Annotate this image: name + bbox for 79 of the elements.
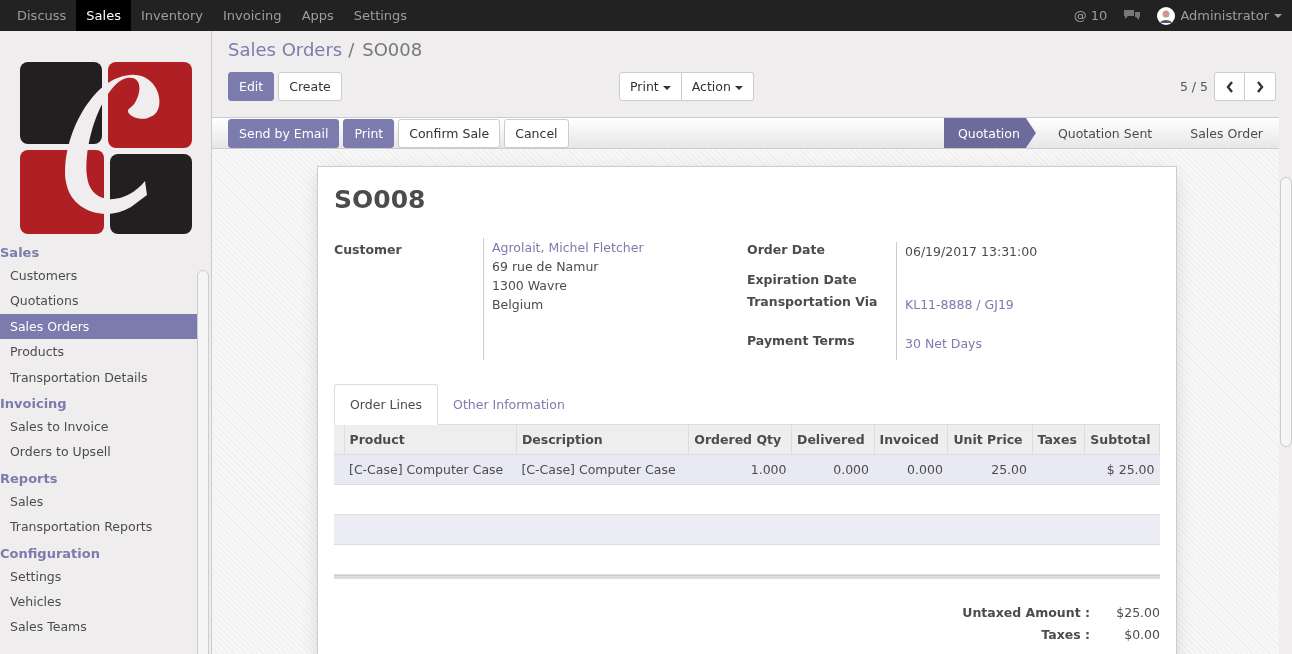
total-value: $0.00: [1123, 627, 1160, 642]
top-menu-item[interactable]: Invoicing: [213, 0, 292, 31]
edit-button[interactable]: Edit: [228, 72, 275, 101]
total-label: Taxes :: [1041, 627, 1090, 642]
toolbar-button[interactable]: Print: [343, 118, 395, 148]
field-link[interactable]: 30 Net Days: [905, 336, 982, 351]
sidebar-item[interactable]: Sales Teams: [0, 614, 197, 640]
field-label: Customer: [334, 242, 403, 259]
sidebar-item[interactable]: Customers: [0, 263, 197, 289]
table-cell: 1.000: [750, 462, 787, 477]
stage-step[interactable]: Sales Order: [1168, 118, 1279, 148]
tab[interactable]: Other Information: [438, 384, 580, 424]
address-line: 69 rue de Namur: [492, 258, 600, 276]
record-title: SO008: [334, 185, 427, 214]
toolbar-button[interactable]: Confirm Sale: [398, 118, 501, 148]
total-value: $25.00: [1115, 605, 1160, 620]
sidebar-item[interactable]: Sales to Invoice: [0, 413, 197, 440]
pager-value: 5 / 5: [1179, 79, 1208, 94]
sidebar-section-title: Sales: [0, 245, 41, 262]
breadcrumb-current: SO008: [362, 39, 423, 60]
sidebar-item[interactable]: Orders to Upsell: [0, 439, 197, 465]
field-link[interactable]: KL11-8888 / GJ19: [905, 297, 1014, 312]
sidebar-item[interactable]: Vehicles: [0, 588, 197, 615]
field-value: 06/19/2017 13:31:00: [905, 244, 1038, 259]
previous-button[interactable]: [1214, 72, 1245, 101]
stage-step[interactable]: Quotation Sent: [1035, 118, 1169, 148]
toolbar-button[interactable]: Send by Email: [228, 118, 340, 148]
table-cell: 25.00: [991, 462, 1027, 477]
field-label: Payment Terms: [747, 333, 856, 350]
scrollbar[interactable]: [1280, 177, 1292, 447]
table-cell: $ 25.00: [1106, 462, 1155, 477]
sidebar-item[interactable]: Sales Orders: [0, 313, 197, 340]
total-label: Untaxed Amount :: [962, 605, 1090, 620]
stage-step[interactable]: Quotation: [943, 118, 1036, 148]
column-header[interactable]: Taxes: [1032, 425, 1085, 455]
toolbar-button[interactable]: Cancel: [504, 118, 569, 148]
sidebar-item[interactable]: Transportation Reports: [0, 514, 197, 540]
sidebar-section-title: Reports: [0, 469, 59, 488]
table-cell: [C-Case] Computer Case: [521, 462, 676, 477]
field-label: Order Date: [747, 242, 826, 259]
column-header[interactable]: Delivered: [791, 425, 874, 455]
create-button[interactable]: Create: [278, 72, 342, 101]
sidebar-item[interactable]: Quotations: [0, 288, 197, 314]
top-menu-item[interactable]: Inventory: [130, 0, 214, 31]
top-menu-item[interactable]: Apps: [291, 0, 344, 31]
sidebar-section-title: Configuration: [0, 544, 101, 563]
column-header[interactable]: Unit Price: [947, 425, 1032, 455]
chevron-right-icon: [1256, 80, 1264, 93]
dropdown-button[interactable]: Print: [619, 72, 682, 101]
dropdown-button[interactable]: Action: [681, 72, 754, 101]
column-header[interactable]: Invoiced: [874, 425, 948, 455]
sidebar-section-title: Invoicing: [0, 394, 68, 413]
sidebar-item[interactable]: Sales: [0, 488, 197, 515]
top-menu-item[interactable]: Sales: [76, 0, 131, 31]
customer-link[interactable]: Agrolait, Michel Fletcher: [492, 240, 644, 255]
scrollbar[interactable]: [197, 270, 209, 654]
avatar-icon: [1157, 6, 1176, 25]
top-menu-item[interactable]: Discuss: [7, 0, 77, 31]
sidebar-item[interactable]: Transportation Details: [0, 364, 197, 390]
column-header[interactable]: Product: [344, 425, 517, 455]
mentions-counter[interactable]: @ 10: [1073, 8, 1108, 23]
column-header[interactable]: Description: [516, 425, 689, 455]
sidebar-item[interactable]: Products: [0, 339, 197, 365]
sidebar-item[interactable]: Settings: [0, 563, 197, 589]
table-cell: 0.000: [833, 462, 869, 477]
user-menu[interactable]: Administrator: [1157, 6, 1282, 25]
chevron-left-icon: [1225, 80, 1234, 93]
column-header[interactable]: Ordered Qty: [688, 425, 792, 455]
top-menu-item[interactable]: Settings: [343, 0, 418, 31]
column-header[interactable]: Subtotal: [1084, 425, 1160, 455]
tab[interactable]: Order Lines: [334, 384, 439, 425]
address-line: 1300 Wavre: [492, 277, 568, 295]
address-line: Belgium: [492, 296, 545, 314]
table-cell: 0.000: [907, 462, 943, 477]
field-label: Transportation Via: [747, 294, 879, 311]
field-label: Expiration Date: [747, 272, 858, 289]
breadcrumb-separator: /: [348, 39, 355, 60]
table-cell: [C-Case] Computer Case: [349, 462, 504, 477]
next-button[interactable]: [1245, 72, 1276, 101]
